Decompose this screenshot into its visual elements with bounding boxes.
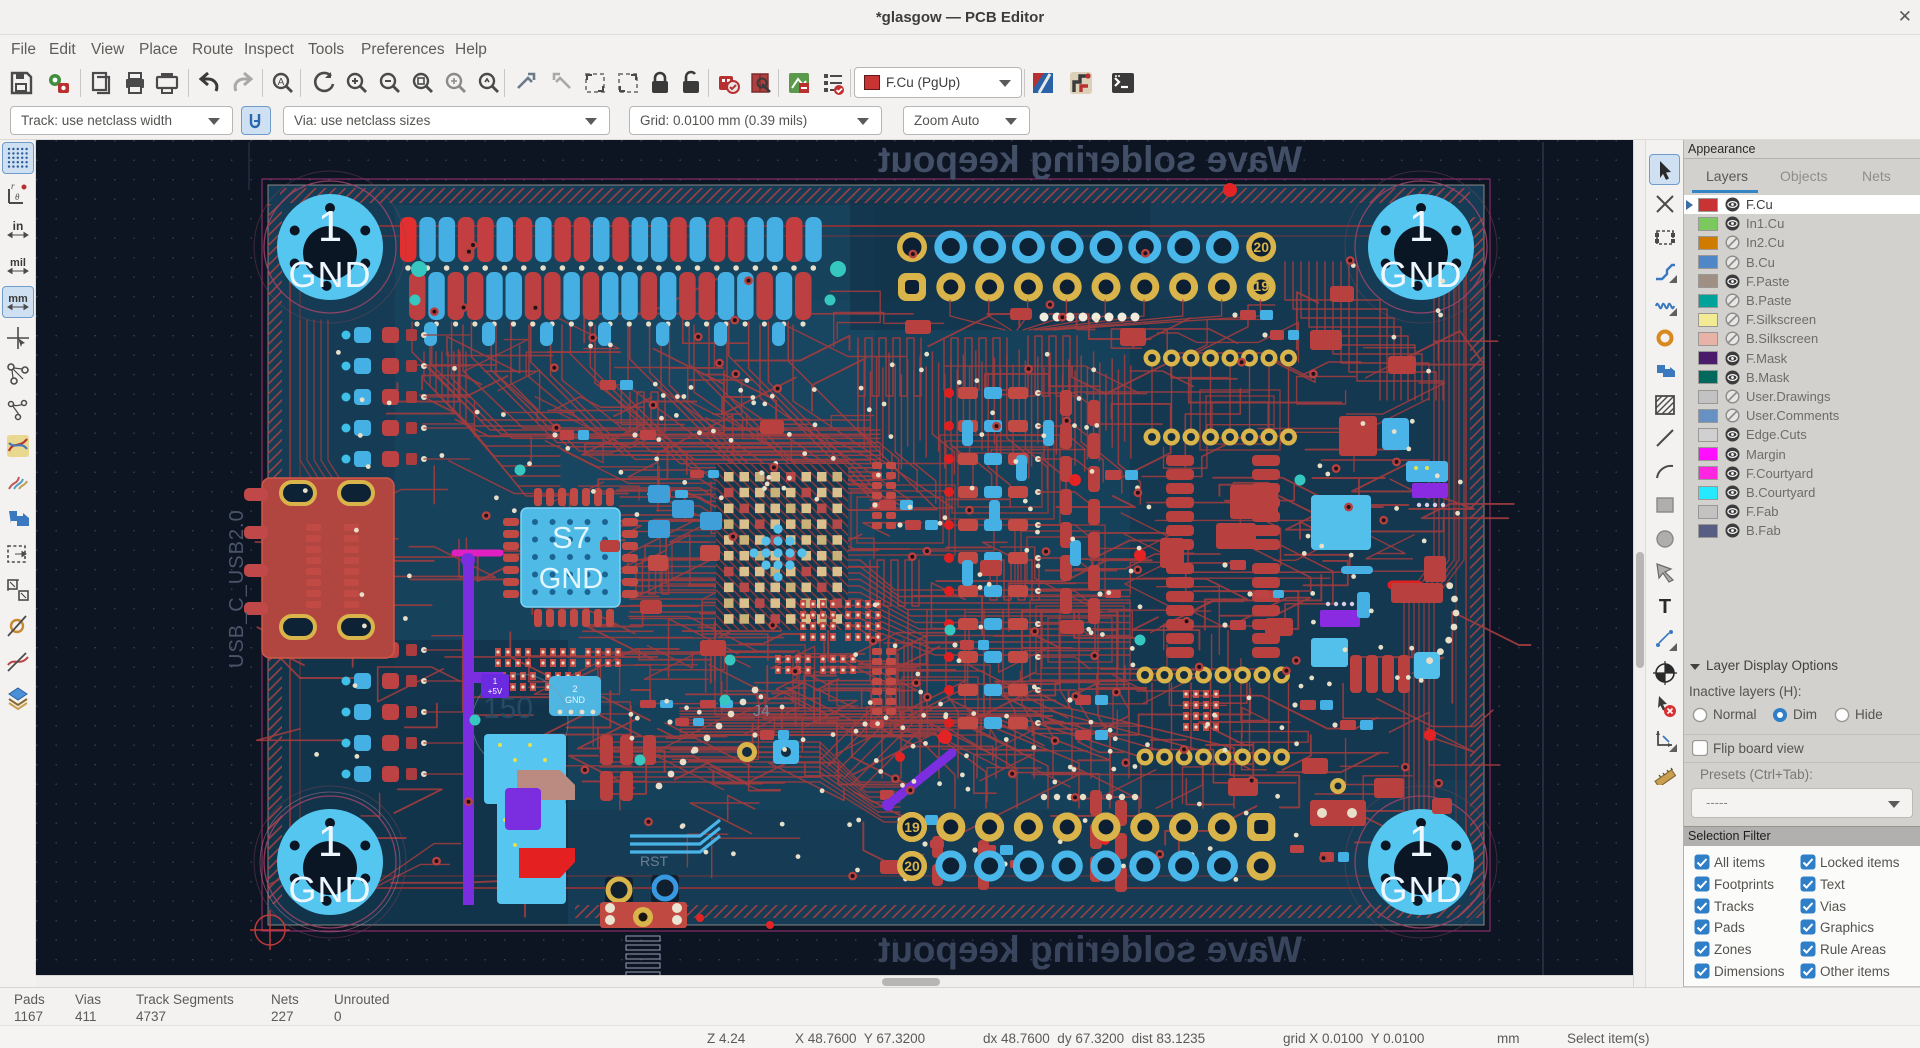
svg-text:RST: RST [640,853,668,869]
svg-text:GND: GND [289,254,372,295]
svg-text:20: 20 [904,858,920,874]
svg-text:2: 2 [572,684,577,694]
svg-text:Wave soldering keepout: Wave soldering keepout [878,929,1302,970]
svg-text:GND: GND [1380,254,1463,295]
svg-text:GND: GND [565,695,586,705]
svg-text:USB_C_USB2.0: USB_C_USB2.0 [226,509,248,668]
svg-text:in: in [13,219,24,233]
svg-text:J4: J4 [753,703,770,720]
svg-text:A: A [278,77,285,88]
svg-text:20: 20 [1253,239,1269,255]
svg-text:GND: GND [289,869,372,910]
svg-text:θ: θ [15,192,20,202]
svg-text:T: T [1659,596,1671,618]
svg-text:19: 19 [904,819,920,835]
svg-text:1: 1 [1409,202,1433,251]
svg-text:S7: S7 [552,520,590,555]
svg-text:GND: GND [1380,869,1463,910]
svg-text:1: 1 [318,202,342,251]
svg-text:mm: mm [8,293,28,305]
svg-text:1: 1 [493,677,498,686]
svg-text:GND: GND [539,563,603,595]
svg-text:r: r [11,181,15,191]
svg-text:1: 1 [1409,817,1433,866]
svg-text:+5V: +5V [488,687,503,696]
svg-text:Wave soldering keepout: Wave soldering keepout [878,140,1302,180]
svg-text:1: 1 [318,817,342,866]
svg-text:19: 19 [1253,278,1269,294]
svg-text:mil: mil [10,257,26,269]
